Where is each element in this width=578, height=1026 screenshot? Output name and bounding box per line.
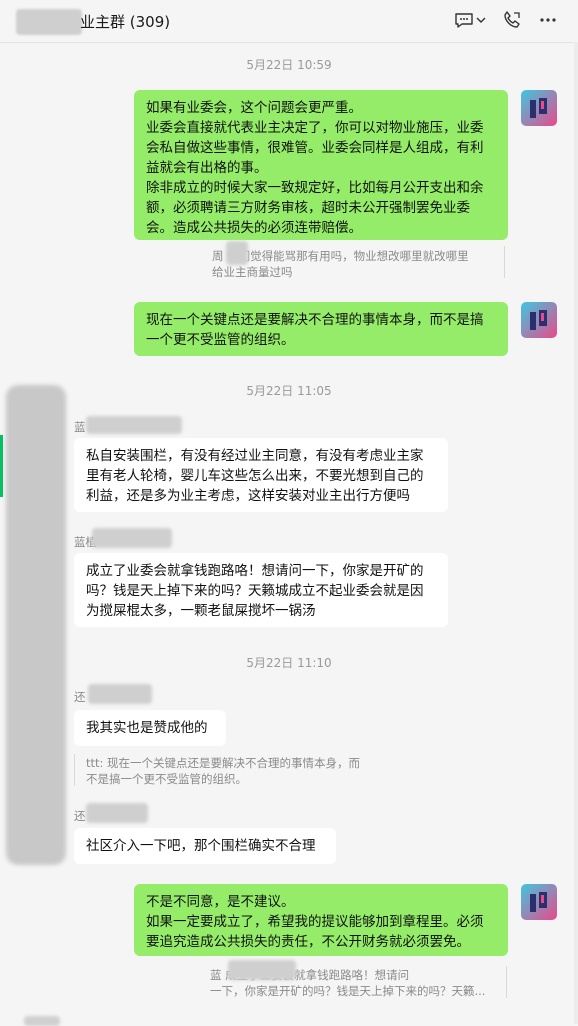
avatars-redacted <box>6 385 66 865</box>
quote-bar <box>74 754 75 786</box>
my-message-bubble[interactable]: 如果有业委会，这个问题会更严重。 业委会直接就代表业主决定了，你可以对物业施压，… <box>134 90 508 240</box>
sender-name-redacted <box>92 528 172 548</box>
chat-bubble-icon[interactable] <box>452 8 476 32</box>
quote-bar <box>506 966 507 998</box>
name-redacted <box>226 241 248 265</box>
my-message-bubble[interactable]: 现在一个关键点还是要解决不合理的事情本身，而不是搞 一个更不受监管的组织。 <box>134 302 508 356</box>
message-bubble[interactable]: 成立了业委会就拿钱跑路咯！想请问一下，你家是开矿的 吗？钱是天上掉下来的吗？天籁… <box>74 553 448 627</box>
my-avatar[interactable] <box>521 884 557 920</box>
timestamp: 5月22日 11:10 <box>246 656 332 670</box>
quoted-message[interactable]: 周 你们觉得能骂那有用吗，物业想改哪里就改哪里 给业主商量过吗 <box>212 248 502 280</box>
message-bubble[interactable]: 社区介入一下吧，那个围栏确实不合理 <box>74 828 336 864</box>
sender-name: 蓝 <box>74 420 86 434</box>
scrollbar[interactable] <box>574 42 578 1024</box>
my-message-bubble[interactable]: 不是不同意，是不建议。 如果一定要成立了，希望我的提议能够加到章程里。必须 要追… <box>134 884 508 956</box>
phone-icon[interactable] <box>500 8 524 32</box>
name-redacted <box>228 960 296 980</box>
selection-indicator <box>0 435 3 497</box>
sender-name: 还 <box>74 690 86 704</box>
my-avatar[interactable] <box>521 90 557 126</box>
message-bubble[interactable]: 私自安装围栏，有没有经过业主同意，有没有考虑业主家 里有老人轮椅，婴儿车这些怎么… <box>74 438 448 512</box>
chevron-down-icon[interactable] <box>474 8 488 32</box>
sender-name-redacted <box>86 416 182 434</box>
more-icon[interactable] <box>536 8 560 32</box>
message-bubble[interactable]: 我其实也是赞成他的 <box>74 710 226 746</box>
my-avatar[interactable] <box>521 302 557 338</box>
quoted-message[interactable]: ttt: 现在一个关键点还是要解决不合理的事情本身，而 不是搞一个更不受监管的组… <box>86 755 386 787</box>
chat-header: 业主群 (309) <box>0 0 578 43</box>
sender-name: 还 <box>74 809 86 823</box>
quote-bar <box>504 246 505 278</box>
group-name-redacted <box>16 9 82 35</box>
next-avatar-partial <box>24 1016 60 1026</box>
sender-name-redacted <box>88 684 152 704</box>
timestamp: 5月22日 11:05 <box>246 384 332 398</box>
timestamp: 5月22日 10:59 <box>246 58 332 72</box>
sender-name-redacted <box>86 803 148 823</box>
chat-title: 业主群 (309) <box>80 13 171 31</box>
